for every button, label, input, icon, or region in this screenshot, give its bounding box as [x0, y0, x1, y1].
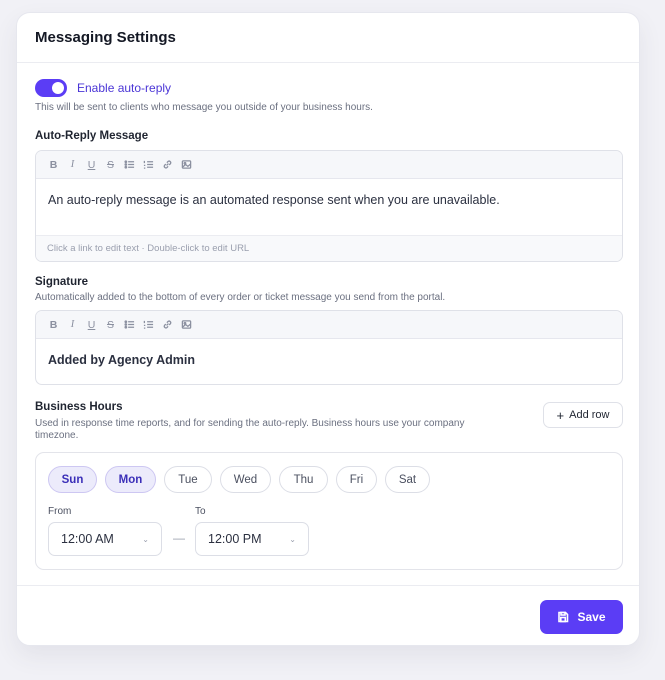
day-sat[interactable]: Sat — [385, 466, 430, 493]
strikethrough-button[interactable]: S — [101, 155, 120, 175]
auto-reply-message-input[interactable]: An auto-reply message is an automated re… — [36, 179, 622, 235]
editor-hint: Click a link to edit text · Double-click… — [36, 235, 622, 261]
editor-toolbar: B I U S — [36, 311, 622, 339]
auto-reply-toggle[interactable] — [35, 79, 67, 97]
to-label: To — [195, 506, 206, 517]
add-row-label: Add row — [569, 409, 610, 421]
bullet-list-icon[interactable] — [120, 155, 139, 175]
signature-label: Signature — [35, 276, 89, 288]
day-thu[interactable]: Thu — [279, 466, 328, 493]
to-time-value: 12:00 PM — [208, 532, 262, 546]
chevron-down-icon: ⌄ — [289, 534, 296, 544]
save-label: Save — [577, 610, 606, 624]
business-hours-help-line-1: Used in response time reports, and for s… — [35, 418, 465, 429]
to-time-select[interactable]: 12:00 PM ⌄ — [195, 522, 309, 556]
bullet-list-icon[interactable] — [120, 315, 139, 335]
day-sun[interactable]: Sun — [48, 466, 97, 493]
business-hours-row: Sun Mon Tue Wed Thu Fri Sat From To 12:0… — [35, 452, 623, 570]
bold-button[interactable]: B — [44, 315, 63, 335]
business-hours-label: Business Hours — [35, 401, 123, 413]
from-label: From — [48, 506, 72, 517]
link-icon[interactable] — [158, 315, 177, 335]
signature-help: Automatically added to the bottom of eve… — [35, 292, 446, 303]
signature-editor: B I U S Added by Agency Admin — [35, 310, 623, 385]
image-icon[interactable] — [177, 315, 196, 335]
save-button[interactable]: Save — [540, 600, 623, 634]
auto-reply-editor: B I U S An auto-reply message is an auto… — [35, 150, 623, 262]
toggle-knob — [52, 82, 64, 94]
strikethrough-button[interactable]: S — [101, 315, 120, 335]
link-icon[interactable] — [158, 155, 177, 175]
auto-reply-help: This will be sent to clients who message… — [35, 102, 373, 113]
page-title: Messaging Settings — [35, 29, 176, 46]
day-selector: Sun Mon Tue Wed Thu Fri Sat — [48, 466, 430, 493]
numbered-list-icon[interactable] — [139, 155, 158, 175]
time-separator: — — [173, 531, 185, 545]
day-fri[interactable]: Fri — [336, 466, 377, 493]
image-icon[interactable] — [177, 155, 196, 175]
numbered-list-icon[interactable] — [139, 315, 158, 335]
from-time-select[interactable]: 12:00 AM ⌄ — [48, 522, 162, 556]
day-mon[interactable]: Mon — [105, 466, 156, 493]
underline-button[interactable]: U — [82, 315, 101, 335]
day-tue[interactable]: Tue — [164, 466, 212, 493]
add-row-button[interactable]: + Add row — [543, 402, 623, 428]
card-header: Messaging Settings — [17, 13, 639, 63]
underline-button[interactable]: U — [82, 155, 101, 175]
italic-button[interactable]: I — [63, 155, 82, 175]
messaging-settings-card: Messaging Settings Enable auto-reply Thi… — [16, 12, 640, 646]
editor-toolbar: B I U S — [36, 151, 622, 179]
signature-input[interactable]: Added by Agency Admin — [36, 339, 622, 381]
chevron-down-icon: ⌄ — [142, 534, 149, 544]
business-hours-help-line-2: timezone. — [35, 430, 79, 441]
plus-icon: + — [556, 407, 565, 423]
auto-reply-message-label: Auto-Reply Message — [35, 130, 149, 142]
bold-button[interactable]: B — [44, 155, 63, 175]
footer-divider — [17, 585, 639, 586]
auto-reply-toggle-label[interactable]: Enable auto-reply — [77, 81, 171, 95]
from-time-value: 12:00 AM — [61, 532, 114, 546]
save-icon — [558, 611, 569, 623]
italic-button[interactable]: I — [63, 315, 82, 335]
day-wed[interactable]: Wed — [220, 466, 271, 493]
